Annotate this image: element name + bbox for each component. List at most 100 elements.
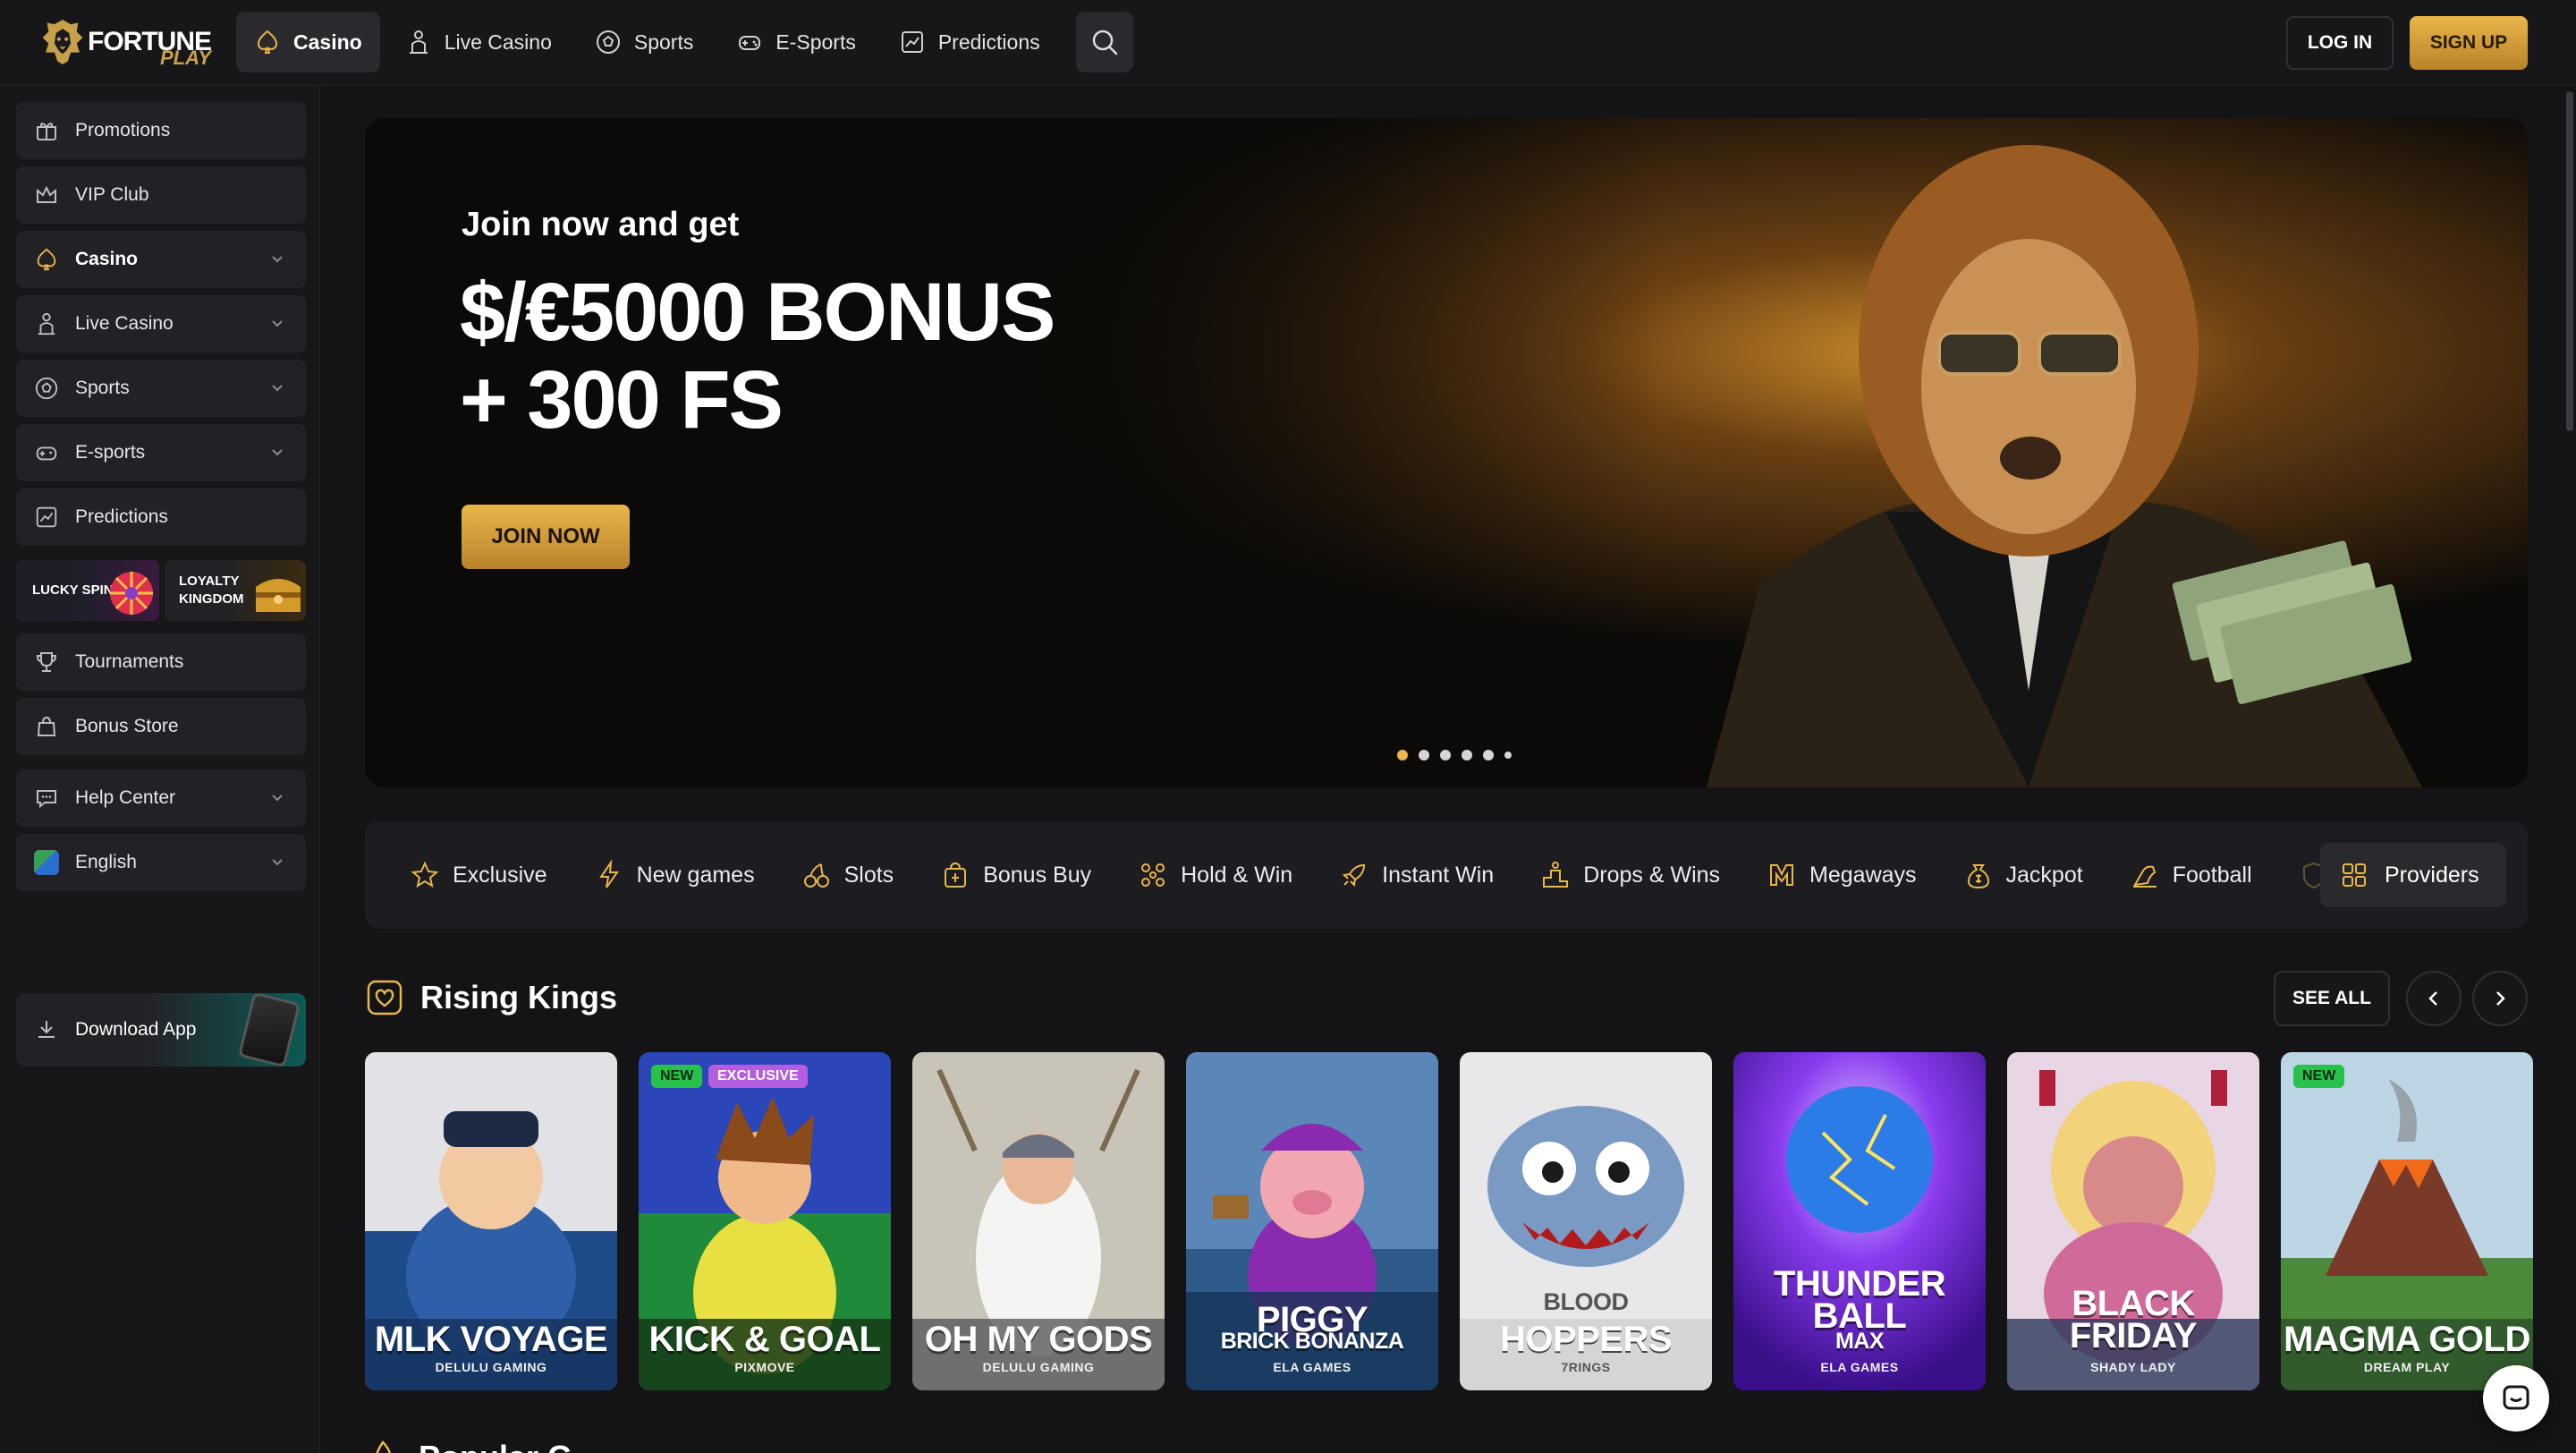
lucky-spin-label: LUCKY SPIN (32, 582, 114, 598)
hero-banner[interactable]: Join now and get $/€5000 BONUS + 300 FS … (365, 118, 2528, 787)
brand-logo[interactable]: FORTUNE PLAY (41, 13, 212, 72)
next-section-title: Popular G (419, 1439, 572, 1453)
hero-subtitle: Join now and get (462, 206, 740, 243)
live-casino-icon (409, 30, 428, 54)
game-card[interactable]: PIGGY BRICK BONANZA ELA GAMES (1186, 1052, 1438, 1390)
game-card[interactable]: NEW EXCLUSIVE KICK & GOAL PIXMOVE (639, 1052, 891, 1390)
trophy-icon (36, 652, 57, 672)
category-exclusive[interactable]: Exclusive (410, 860, 547, 890)
lightning-icon (598, 860, 619, 888)
category-label: Megaways (1809, 862, 1917, 888)
page-scrollbar[interactable] (2563, 86, 2576, 1453)
download-app-label: Download App (75, 1019, 197, 1040)
game-title: KICK & GOAL (648, 1320, 881, 1359)
game-provider: PIXMOVE (734, 1360, 795, 1374)
lion-logo-icon (42, 20, 83, 64)
live-casino-icon (38, 312, 55, 336)
new-badge: NEW (651, 1065, 703, 1088)
carousel-next-button[interactable] (2472, 971, 2528, 1026)
game-title: OH MY GODS (924, 1320, 1153, 1359)
sidebar-item-esports[interactable]: E-sports (16, 424, 306, 481)
game-provider: DELULU GAMING (435, 1360, 547, 1374)
spin-wheel-icon (110, 572, 153, 615)
main-nav: Casino Live Casino Sports E-Sports Predi… (236, 12, 1133, 72)
cherries-icon (803, 863, 829, 888)
see-all-button[interactable]: SEE ALL (2274, 971, 2390, 1026)
carousel-dot[interactable] (1504, 752, 1512, 759)
top-bar: FORTUNE PLAY Casino Live Casino Sports E… (0, 0, 2576, 86)
game-provider: SHADY LADY (2090, 1360, 2176, 1374)
game-card[interactable]: OH MY GODS DELULU GAMING (912, 1052, 1165, 1390)
sidebar-item-sports[interactable]: Sports (16, 360, 306, 417)
category-drops-wins[interactable]: Drops & Wins (1540, 860, 1720, 890)
providers-button[interactable]: Providers (2320, 843, 2506, 907)
sidebar-item-label: Tournaments (75, 651, 184, 672)
chat-support-button[interactable] (2483, 1365, 2549, 1432)
game-provider: ELA GAMES (1820, 1360, 1899, 1374)
sidebar-item-predictions[interactable]: Predictions (16, 489, 306, 546)
signup-button[interactable]: SIGN UP (2410, 16, 2528, 70)
sports-icon (35, 377, 58, 400)
game-card[interactable]: THUNDER BALL MAX ELA GAMES (1733, 1052, 1986, 1390)
nav-esports[interactable]: E-Sports (718, 12, 873, 72)
football-icon (2132, 865, 2157, 888)
carousel-prev-button[interactable] (2406, 971, 2462, 1026)
category-slots[interactable]: Slots (801, 860, 894, 890)
download-app-button[interactable]: Download App (16, 991, 306, 1068)
lucky-spin-tile[interactable]: LUCKY SPIN (16, 560, 159, 621)
language-selector[interactable]: English (16, 834, 306, 891)
nav-predictions-label: Predictions (937, 30, 1040, 54)
chevron-down-icon (272, 256, 283, 263)
carousel-dot[interactable] (1419, 750, 1429, 760)
chevron-left-icon (2428, 991, 2437, 1006)
hold-win-icon (1141, 863, 1165, 887)
store-icon (37, 716, 56, 736)
loyalty-kingdom-tile[interactable]: LOYALTY KINGDOM (165, 560, 306, 621)
game-card[interactable]: BLOOD HOPPERS 7RINGS (1460, 1052, 1712, 1390)
category-football[interactable]: Football (2130, 860, 2252, 890)
carousel-dot[interactable] (1483, 750, 1494, 760)
sidebar-item-label: E-sports (75, 442, 146, 463)
nav-casino[interactable]: Casino (236, 12, 380, 72)
join-now-button[interactable]: JOIN NOW (462, 505, 630, 569)
casino-icon (257, 30, 278, 54)
login-button[interactable]: LOG IN (2286, 16, 2394, 70)
category-instant-win[interactable]: Instant Win (1339, 860, 1494, 890)
search-button[interactable] (1075, 12, 1133, 72)
game-card[interactable]: NEW MAGMA GOLD DREAM PLAY (2281, 1052, 2533, 1390)
carousel-dot[interactable] (1462, 750, 1472, 760)
sidebar-item-casino[interactable]: Casino (16, 231, 306, 288)
category-megaways[interactable]: Megaways (1767, 860, 1917, 890)
sidebar-item-bonus-store[interactable]: Bonus Store (16, 698, 306, 755)
game-card[interactable]: MLK VOYAGE DELULU GAMING (365, 1052, 617, 1390)
carousel-dot[interactable] (1397, 750, 1408, 760)
category-label: Bonus Buy (983, 862, 1092, 888)
carousel-dot[interactable] (1440, 750, 1451, 760)
help-icon (37, 790, 56, 809)
nav-predictions[interactable]: Predictions (881, 12, 1058, 72)
sidebar-item-label: Bonus Store (75, 716, 179, 736)
scrollbar-thumb[interactable] (2566, 91, 2573, 431)
sidebar-item-live-casino[interactable]: Live Casino (16, 295, 306, 353)
star-icon (411, 861, 439, 888)
category-bar: Exclusive New games Slots Bonus Buy Hold… (365, 821, 2528, 929)
nav-live-casino[interactable]: Live Casino (387, 12, 570, 72)
nav-live-casino-label: Live Casino (444, 30, 552, 54)
nav-sports[interactable]: Sports (577, 12, 711, 72)
category-bonus-buy[interactable]: Bonus Buy (940, 860, 1091, 890)
megaways-icon (1770, 864, 1794, 886)
game-card[interactable]: BLACK FRIDAY SHADY LADY (2007, 1052, 2259, 1390)
gift-icon (37, 123, 56, 140)
category-label: Slots (843, 862, 894, 888)
sidebar-item-promotions[interactable]: Promotions (16, 102, 306, 159)
sidebar-item-vip-club[interactable]: VIP Club (16, 166, 306, 224)
search-icon (1092, 30, 1117, 55)
sidebar-item-tournaments[interactable]: Tournaments (16, 633, 306, 691)
category-jackpot[interactable]: Jackpot (1963, 860, 2083, 890)
category-new-games[interactable]: New games (594, 860, 755, 890)
category-hold-win[interactable]: Hold & Win (1138, 860, 1292, 890)
chevron-down-icon (272, 385, 283, 392)
crown-heart-icon (367, 980, 402, 1015)
sidebar-item-help-center[interactable]: Help Center (16, 769, 306, 827)
chevron-right-icon (2496, 991, 2505, 1006)
